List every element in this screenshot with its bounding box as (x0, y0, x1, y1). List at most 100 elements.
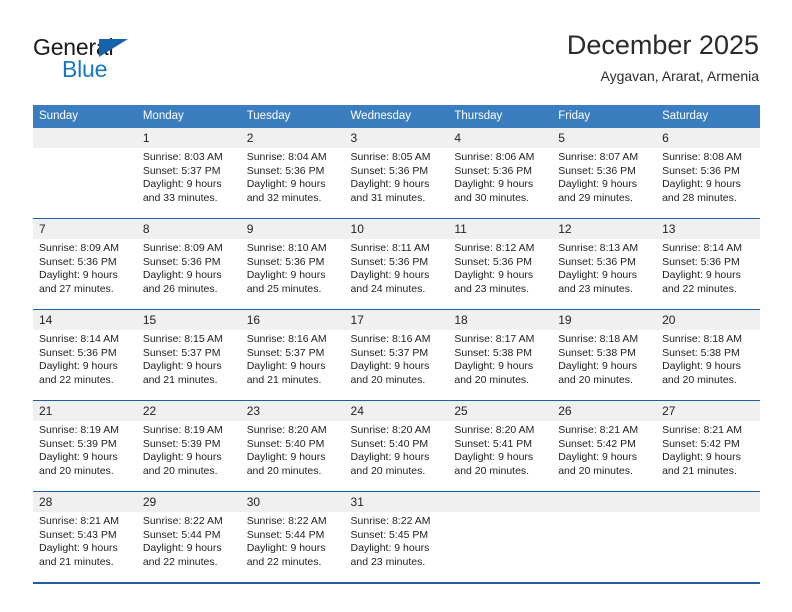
day-cell[interactable]: 20 Sunrise: 8:18 AM Sunset: 5:38 PM Dayligh… (656, 309, 760, 401)
sunset-text: Sunset: 5:40 PM (350, 437, 429, 450)
day-cell[interactable]: 7 Sunrise: 8:09 AM Sunset: 5:36 PM Daylight… (33, 218, 137, 310)
sunset-text: Sunset: 5:36 PM (558, 164, 636, 177)
day-cell[interactable]: 24 Sunrise: 8:20 AM Sunset: 5:40 PM Dayligh… (344, 400, 449, 492)
day-cell[interactable]: 8 Sunrise: 8:09 AM Sunset: 5:36 PM Daylight… (136, 218, 241, 310)
day-info: Sunrise: 8:16 AM Sunset: 5:37 PM Daylight:… (241, 330, 345, 387)
daylight-line2-text: and 25 minutes. (246, 282, 322, 295)
weekday-header-sunday: Sunday (33, 105, 137, 128)
daylight-line2-text: and 26 minutes. (142, 282, 218, 295)
day-number: 27 (656, 401, 760, 421)
day-cell[interactable]: 6 Sunrise: 8:08 AM Sunset: 5:36 PM Daylight… (656, 128, 760, 219)
day-cell-empty (552, 491, 657, 582)
day-cell[interactable]: 25 Sunrise: 8:20 AM Sunset: 5:41 PM Dayligh… (448, 400, 553, 492)
day-cell[interactable]: 4 Sunrise: 8:06 AM Sunset: 5:36 PM Daylight… (448, 128, 553, 219)
day-cell[interactable]: 22 Sunrise: 8:19 AM Sunset: 5:39 PM Dayligh… (136, 400, 241, 492)
sunrise-text: Sunrise: 8:22 AM (246, 515, 327, 527)
day-info: Sunrise: 8:14 AM Sunset: 5:36 PM Daylight:… (656, 239, 760, 296)
day-cell[interactable]: 29 Sunrise: 8:22 AM Sunset: 5:44 PM Dayligh… (136, 491, 241, 582)
day-cell[interactable]: 5 Sunrise: 8:07 AM Sunset: 5:36 PM Daylight… (552, 128, 657, 219)
daylight-line2-text: and 28 minutes. (662, 191, 737, 204)
daylight-line2-text: and 21 minutes. (39, 555, 114, 568)
day-cell[interactable]: 13 Sunrise: 8:14 AM Sunset: 5:36 PM Dayligh… (656, 218, 760, 310)
daylight-line1-text: Daylight: 9 hours (142, 178, 222, 191)
daylight-line2-text: and 23 minutes. (350, 555, 426, 568)
sunset-text: Sunset: 5:41 PM (454, 437, 533, 450)
daylight-line1-text: Daylight: 9 hours (454, 451, 534, 464)
daylight-line2-text: and 22 minutes. (142, 555, 218, 568)
calendar-table: Sunday Monday Tuesday Wednesday Thursday Frid… (33, 105, 760, 582)
day-info: Sunrise: 8:06 AM Sunset: 5:36 PM Daylight:… (448, 148, 552, 205)
daylight-line1-text: Daylight: 9 hours (558, 451, 638, 464)
day-cell[interactable]: 2 Sunrise: 8:04 AM Sunset: 5:36 PM Daylight… (240, 128, 345, 219)
daylight-line2-text: and 20 minutes. (39, 464, 114, 477)
daylight-line1-text: Daylight: 9 hours (558, 178, 638, 191)
day-info: Sunrise: 8:07 AM Sunset: 5:36 PM Daylight:… (552, 148, 656, 205)
day-cell[interactable]: 15 Sunrise: 8:15 AM Sunset: 5:37 PM Dayligh… (136, 309, 241, 401)
day-cell[interactable]: 1 Sunrise: 8:03 AM Sunset: 5:37 PM Daylight… (136, 128, 241, 219)
day-info: Sunrise: 8:13 AM Sunset: 5:36 PM Daylight:… (552, 239, 656, 296)
general-blue-logo[interactable]: General Blue (33, 34, 233, 90)
day-cell[interactable]: 17 Sunrise: 8:16 AM Sunset: 5:37 PM Dayligh… (344, 309, 449, 401)
sunset-text: Sunset: 5:39 PM (142, 437, 221, 450)
sunrise-text: Sunrise: 8:21 AM (558, 424, 639, 436)
day-number: 23 (240, 401, 345, 421)
sunrise-text: Sunrise: 8:19 AM (39, 424, 119, 436)
day-cell[interactable]: 16 Sunrise: 8:16 AM Sunset: 5:37 PM Dayligh… (240, 309, 345, 401)
weekday-header-tuesday: Tuesday (240, 105, 345, 128)
day-cell-empty (656, 491, 760, 582)
sunset-text: Sunset: 5:36 PM (662, 164, 740, 177)
title-block: December 2025 Aygavan, Ararat, Armenia (567, 28, 759, 86)
day-number: 8 (136, 219, 241, 239)
daylight-line1-text: Daylight: 9 hours (142, 451, 222, 464)
daylight-line1-text: Daylight: 9 hours (39, 542, 118, 555)
day-cell[interactable]: 23 Sunrise: 8:20 AM Sunset: 5:40 PM Dayligh… (240, 400, 345, 492)
daylight-line1-text: Daylight: 9 hours (39, 269, 118, 282)
day-number: 19 (552, 310, 657, 330)
daylight-line1-text: Daylight: 9 hours (454, 178, 534, 191)
sunset-text: Sunset: 5:36 PM (350, 255, 429, 268)
calendar-week-row: 1 Sunrise: 8:03 AM Sunset: 5:37 PM Daylight… (33, 128, 760, 219)
daylight-line2-text: and 20 minutes. (246, 464, 322, 477)
daylight-line1-text: Daylight: 9 hours (350, 542, 430, 555)
logo-text-blue: Blue (62, 56, 108, 82)
day-info: Sunrise: 8:21 AM Sunset: 5:42 PM Daylight:… (552, 421, 656, 478)
sunrise-text: Sunrise: 8:03 AM (142, 151, 223, 163)
daylight-line1-text: Daylight: 9 hours (662, 451, 741, 464)
day-info: Sunrise: 8:05 AM Sunset: 5:36 PM Daylight:… (345, 148, 449, 205)
day-number: 31 (344, 492, 449, 512)
sunrise-text: Sunrise: 8:10 AM (246, 242, 327, 254)
calendar-week-row: 7 Sunrise: 8:09 AM Sunset: 5:36 PM Daylight… (33, 218, 760, 310)
day-cell[interactable]: 12 Sunrise: 8:13 AM Sunset: 5:36 PM Dayligh… (552, 218, 657, 310)
day-number: 14 (33, 310, 137, 330)
day-cell[interactable]: 21 Sunrise: 8:19 AM Sunset: 5:39 PM Dayligh… (33, 400, 137, 492)
sunrise-text: Sunrise: 8:06 AM (454, 151, 535, 163)
sunrise-text: Sunrise: 8:11 AM (350, 242, 430, 254)
day-cell[interactable]: 26 Sunrise: 8:21 AM Sunset: 5:42 PM Dayligh… (552, 400, 657, 492)
sunset-text: Sunset: 5:38 PM (558, 346, 636, 359)
location-subtitle: Aygavan, Ararat, Armenia (600, 68, 760, 84)
day-cell[interactable]: 10 Sunrise: 8:11 AM Sunset: 5:36 PM Dayligh… (344, 218, 449, 310)
weekday-header-monday: Monday (136, 105, 241, 128)
day-info: Sunrise: 8:15 AM Sunset: 5:37 PM Daylight:… (137, 330, 241, 387)
day-cell[interactable]: 28 Sunrise: 8:21 AM Sunset: 5:43 PM Dayligh… (33, 491, 137, 582)
daylight-line2-text: and 20 minutes. (454, 464, 530, 477)
daylight-line2-text: and 24 minutes. (350, 282, 426, 295)
day-cell[interactable]: 19 Sunrise: 8:18 AM Sunset: 5:38 PM Dayligh… (552, 309, 657, 401)
day-cell[interactable]: 18 Sunrise: 8:17 AM Sunset: 5:38 PM Dayligh… (448, 309, 553, 401)
sunrise-text: Sunrise: 8:22 AM (142, 515, 223, 527)
sunset-text: Sunset: 5:36 PM (350, 164, 429, 177)
sunset-text: Sunset: 5:37 PM (246, 346, 325, 359)
day-info: Sunrise: 8:09 AM Sunset: 5:36 PM Daylight:… (33, 239, 137, 296)
day-cell[interactable]: 27 Sunrise: 8:21 AM Sunset: 5:42 PM Dayligh… (656, 400, 760, 492)
day-cell[interactable]: 3 Sunrise: 8:05 AM Sunset: 5:36 PM Daylight… (344, 128, 449, 219)
day-cell-empty (448, 491, 553, 582)
day-cell[interactable]: 30 Sunrise: 8:22 AM Sunset: 5:44 PM Dayligh… (240, 491, 345, 582)
day-cell[interactable]: 9 Sunrise: 8:10 AM Sunset: 5:36 PM Daylight… (240, 218, 345, 310)
day-info: Sunrise: 8:21 AM Sunset: 5:42 PM Daylight:… (656, 421, 760, 478)
day-cell[interactable]: 11 Sunrise: 8:12 AM Sunset: 5:36 PM Dayligh… (448, 218, 553, 310)
daylight-line1-text: Daylight: 9 hours (142, 269, 222, 282)
daylight-line1-text: Daylight: 9 hours (39, 360, 118, 373)
day-cell[interactable]: 14 Sunrise: 8:14 AM Sunset: 5:36 PM Dayligh… (33, 309, 137, 401)
sunset-text: Sunset: 5:37 PM (142, 164, 221, 177)
day-cell[interactable]: 31 Sunrise: 8:22 AM Sunset: 5:45 PM Dayligh… (344, 491, 449, 582)
